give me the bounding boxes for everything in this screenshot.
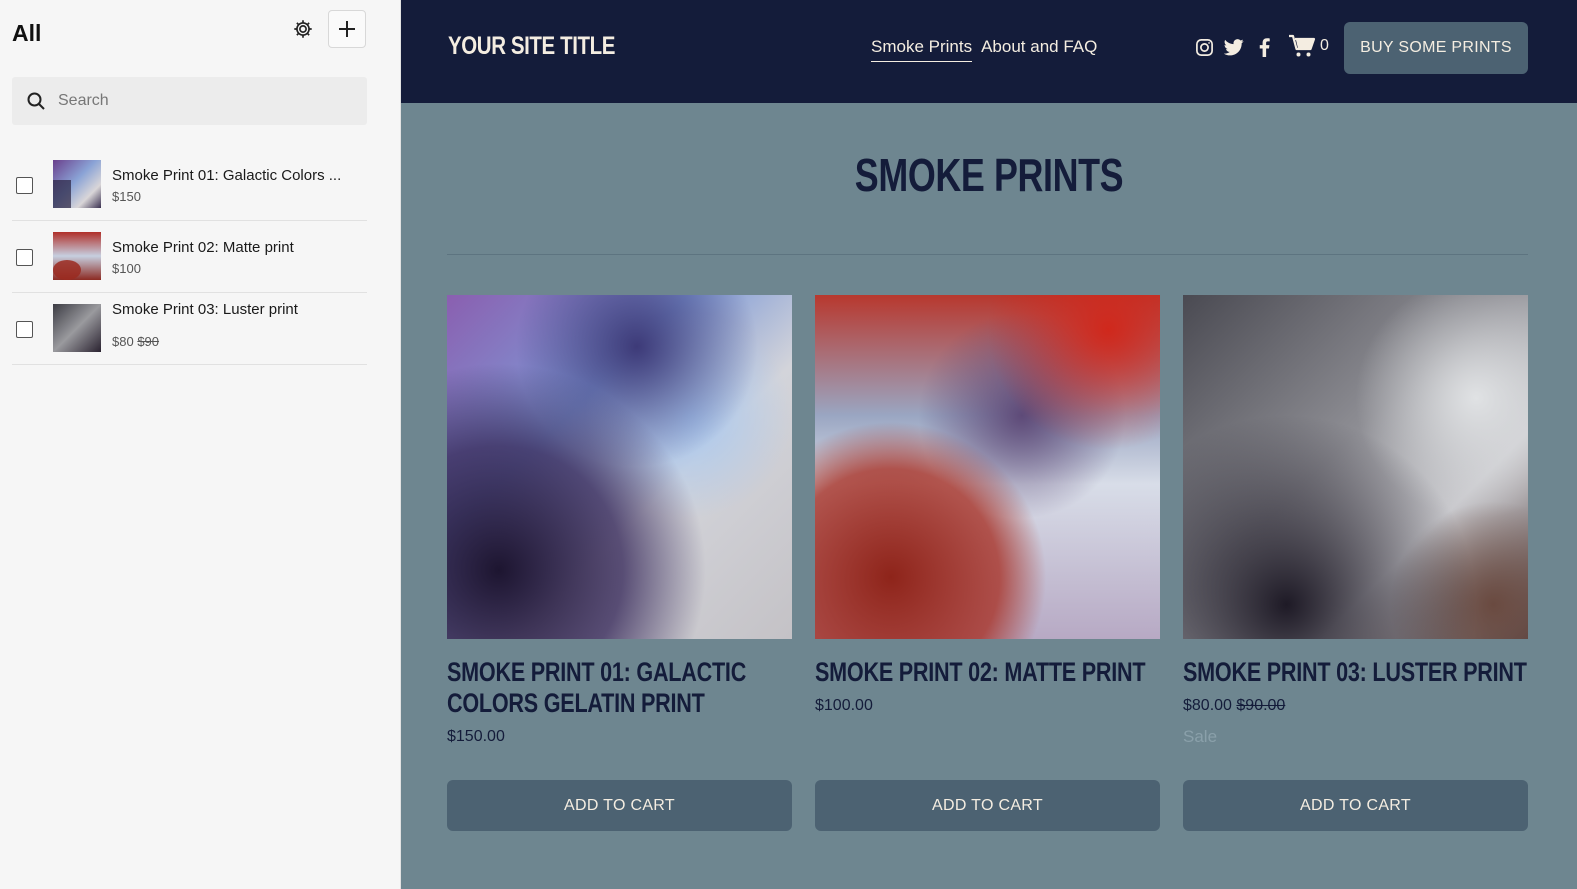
product-list: Smoke Print 01: Galactic Colors ... $150… — [12, 149, 367, 365]
product-image[interactable] — [447, 295, 792, 639]
cart-button[interactable]: 0 — [1288, 34, 1329, 58]
twitter-icon[interactable] — [1224, 37, 1244, 57]
add-product-button[interactable] — [328, 10, 366, 48]
item-name: Smoke Print 01: Galactic Colors ... — [112, 167, 342, 184]
panel-title: All — [12, 20, 42, 46]
cart-count: 0 — [1320, 37, 1329, 54]
item-checkbox[interactable] — [16, 177, 33, 194]
list-item[interactable]: Smoke Print 01: Galactic Colors ... $150 — [12, 149, 367, 221]
social-links — [1194, 37, 1274, 57]
add-to-cart-button[interactable]: ADD TO CART — [447, 780, 792, 831]
product-name[interactable]: SMOKE PRINT 01: GALACTIC COLORS GELATIN … — [447, 657, 791, 719]
product-original-price: $90.00 — [1236, 697, 1286, 714]
product-name[interactable]: SMOKE PRINT 02: MATTE PRINT — [815, 657, 1159, 688]
site-preview: YOUR SITE TITLE Smoke Prints About and F… — [401, 0, 1577, 889]
site-header: YOUR SITE TITLE Smoke Prints About and F… — [401, 0, 1577, 103]
search-input[interactable] — [58, 92, 338, 110]
list-item[interactable]: Smoke Print 02: Matte print $100 — [12, 221, 367, 293]
item-sale-price: $80 — [112, 334, 134, 349]
product-list-panel: All Search Smoke Print 01: Galactic Colo… — [0, 0, 401, 889]
item-checkbox[interactable] — [16, 249, 33, 266]
divider — [447, 254, 1528, 255]
buy-some-prints-button[interactable]: BUY SOME PRINTS — [1344, 22, 1528, 74]
instagram-icon[interactable] — [1194, 37, 1214, 57]
product-card: SMOKE PRINT 03: LUSTER PRINT $80.00 $90.… — [1183, 295, 1528, 747]
product-name[interactable]: SMOKE PRINT 03: LUSTER PRINT — [1183, 657, 1527, 688]
product-card: SMOKE PRINT 01: GALACTIC COLORS GELATIN … — [447, 295, 792, 746]
site-logo[interactable]: YOUR SITE TITLE — [448, 32, 615, 61]
item-price: $150 — [112, 189, 141, 204]
main-nav: Smoke Prints About and FAQ — [871, 37, 1097, 62]
product-price: $100.00 — [815, 697, 873, 714]
list-item[interactable]: Smoke Print 03: Luster print $80 $90 — [12, 293, 367, 365]
product-thumbnail — [53, 232, 101, 280]
item-price: $100 — [112, 261, 141, 276]
add-to-cart-button[interactable]: ADD TO CART — [1183, 780, 1528, 831]
plus-icon — [339, 21, 355, 37]
product-price: $150.00 — [447, 728, 505, 745]
facebook-icon[interactable] — [1254, 37, 1274, 57]
item-original-price: $90 — [137, 334, 160, 349]
cart-icon — [1289, 34, 1316, 57]
product-thumbnail — [53, 304, 101, 352]
product-sale-price: $80.00 — [1183, 697, 1232, 714]
nav-link-smoke-prints[interactable]: Smoke Prints — [871, 37, 973, 62]
product-image[interactable] — [1183, 295, 1528, 639]
page-title: SMOKE PRINTS — [854, 149, 1124, 201]
add-to-cart-button[interactable]: ADD TO CART — [815, 780, 1160, 831]
product-price: $80.00 $90.00 — [1183, 697, 1528, 715]
product-image[interactable] — [815, 295, 1160, 639]
item-name: Smoke Print 03: Luster print — [112, 301, 298, 318]
search-box[interactable] — [12, 77, 367, 125]
item-checkbox[interactable] — [16, 321, 33, 338]
product-thumbnail — [53, 160, 101, 208]
product-card: SMOKE PRINT 02: MATTE PRINT $100.00 — [815, 295, 1160, 715]
gear-icon[interactable] — [290, 16, 316, 42]
item-price: $80 $90 — [112, 334, 159, 349]
sale-badge: Sale — [1183, 727, 1218, 746]
nav-link-about-faq[interactable]: About and FAQ — [981, 37, 1097, 62]
search-icon — [27, 92, 45, 110]
item-name: Smoke Print 02: Matte print — [112, 239, 294, 256]
